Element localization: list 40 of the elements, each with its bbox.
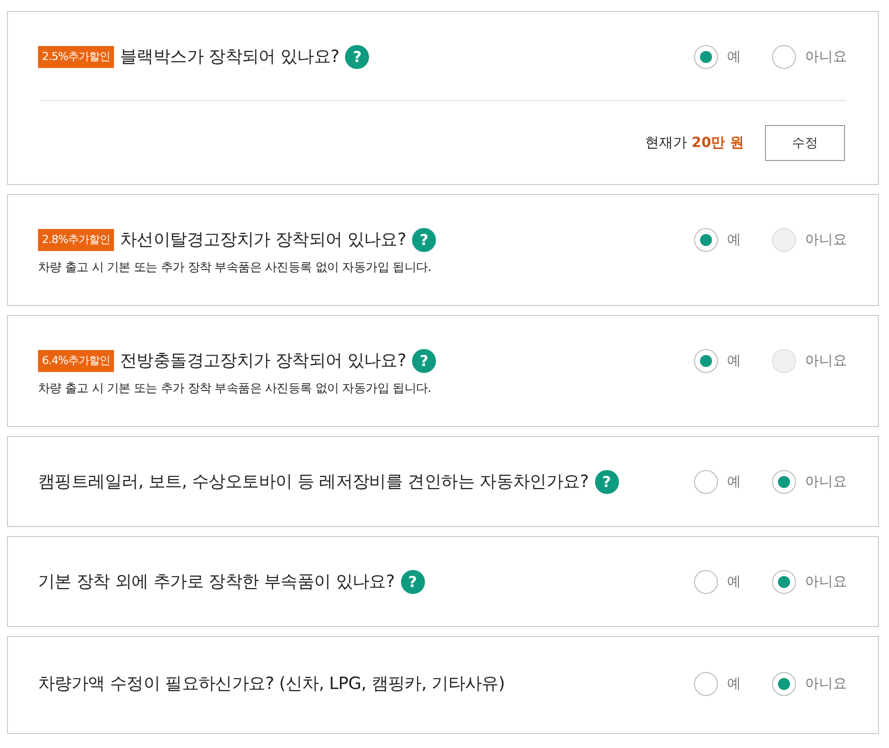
- radio-button[interactable]: [772, 672, 796, 696]
- help-icon[interactable]: ?: [594, 470, 619, 494]
- radio-button[interactable]: [772, 470, 796, 494]
- help-icon[interactable]: ?: [412, 349, 436, 373]
- radio-button[interactable]: [772, 45, 796, 69]
- current-price: 현재가 20만 원: [645, 134, 744, 152]
- help-icon[interactable]: ?: [400, 570, 425, 594]
- discount-badge: 2.8%추가할인: [38, 229, 114, 251]
- discount-badge: 2.5%추가할인: [38, 46, 114, 68]
- radio-button[interactable]: [694, 470, 718, 494]
- radio-label[interactable]: 아니요: [805, 675, 847, 693]
- radio-label[interactable]: 예: [727, 231, 741, 249]
- question-text: 기본 장착 외에 추가로 장착한 부속품이 있나요?: [38, 571, 395, 594]
- radio-button[interactable]: [694, 349, 718, 373]
- radio-button[interactable]: [694, 45, 718, 69]
- help-icon[interactable]: ?: [412, 228, 436, 252]
- question-text: 캠핑트레일러, 보트, 수상오토바이 등 레저장비를 견인하는 자동차인가요?: [38, 471, 589, 494]
- radio-label: 아니요: [805, 352, 847, 370]
- question-text: 블랙박스가 장착되어 있나요?: [120, 46, 340, 69]
- question-text: 차량가액 수정이 필요하신가요? (신차, LPG, 캠핑카, 기타사유): [38, 673, 505, 696]
- radio-button[interactable]: [772, 570, 796, 594]
- radio-label[interactable]: 예: [727, 352, 741, 370]
- radio-label[interactable]: 예: [727, 573, 741, 591]
- radio-label[interactable]: 예: [727, 473, 741, 491]
- radio-label[interactable]: 예: [727, 48, 741, 66]
- question-text: 전방충돌경고장치가 장착되어 있나요?: [120, 350, 406, 373]
- radio-label[interactable]: 예: [727, 675, 741, 693]
- radio-button[interactable]: [694, 672, 718, 696]
- help-icon[interactable]: ?: [345, 45, 370, 69]
- radio-button[interactable]: [694, 228, 718, 252]
- radio-button[interactable]: [694, 570, 718, 594]
- discount-badge: 6.4%추가할인: [38, 350, 114, 372]
- radio-label: 아니요: [805, 231, 847, 249]
- note-text: 차량 출고 시 기본 또는 추가 장착 부속품은 사진등록 없이 자동가입 됩니다.: [38, 260, 432, 274]
- edit-button[interactable]: 수정: [765, 125, 845, 161]
- radio-label[interactable]: 아니요: [805, 573, 847, 591]
- question-text: 차선이탈경고장치가 장착되어 있나요?: [120, 229, 406, 252]
- radio-label[interactable]: 아니요: [805, 48, 847, 66]
- radio-label[interactable]: 아니요: [805, 473, 847, 491]
- note-text: 차량 출고 시 기본 또는 추가 장착 부속품은 사진등록 없이 자동가입 됩니다.: [38, 381, 432, 395]
